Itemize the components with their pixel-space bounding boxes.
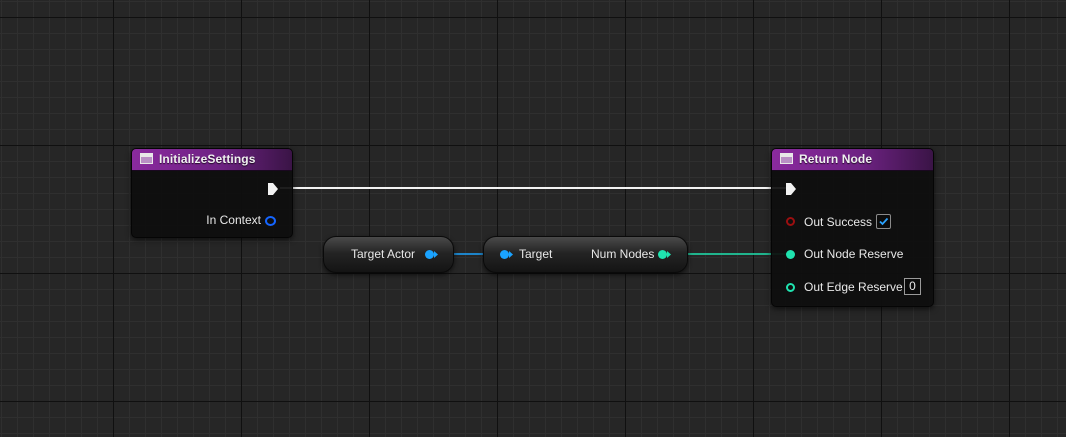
checkmark-icon xyxy=(879,217,889,226)
out-success-pin-label: Out Success xyxy=(804,215,873,229)
return-node[interactable]: Return Node Out Success Out Node Reserve… xyxy=(771,148,934,307)
function-icon xyxy=(140,153,153,164)
pin-arrow-icon xyxy=(509,251,513,258)
out-node-reserve-pin-icon[interactable] xyxy=(786,250,795,259)
return-node-title: Return Node xyxy=(799,152,873,166)
target-actor-label: Target Actor xyxy=(351,247,416,261)
in-context-pin-label: In Context xyxy=(206,213,261,227)
target-pin-label: Target xyxy=(519,247,553,261)
num-nodes-node[interactable]: Target Num Nodes xyxy=(483,236,688,273)
initialize-settings-node[interactable]: InitializeSettings In Context xyxy=(131,148,293,238)
return-node-header[interactable]: Return Node xyxy=(772,149,933,171)
out-edge-reserve-pin-label: Out Edge Reserve xyxy=(804,280,903,294)
num-nodes-pin-icon[interactable] xyxy=(658,250,667,259)
out-edge-reserve-pin-icon[interactable] xyxy=(786,283,795,292)
in-context-pin-icon[interactable] xyxy=(265,216,276,226)
exec-out-pin-icon[interactable] xyxy=(267,182,279,196)
exec-in-pin-icon[interactable] xyxy=(785,182,797,196)
target-actor-node[interactable]: Target Actor xyxy=(323,236,454,273)
initialize-settings-title: InitializeSettings xyxy=(159,152,256,166)
blueprint-graph-canvas[interactable]: InitializeSettings In Context Target Act… xyxy=(0,0,1066,437)
pin-arrow-icon xyxy=(667,251,671,258)
num-nodes-pin-label: Num Nodes xyxy=(591,247,655,261)
initialize-settings-header[interactable]: InitializeSettings xyxy=(132,149,292,171)
out-success-pin-icon[interactable] xyxy=(786,217,795,226)
out-node-reserve-pin-label: Out Node Reserve xyxy=(804,247,904,261)
out-edge-reserve-input[interactable]: 0 xyxy=(904,278,921,295)
pin-arrow-icon xyxy=(434,251,438,258)
target-pin-icon[interactable] xyxy=(500,250,509,259)
target-actor-pin-icon[interactable] xyxy=(425,250,434,259)
function-icon xyxy=(780,153,793,164)
out-success-checkbox[interactable] xyxy=(876,214,891,229)
